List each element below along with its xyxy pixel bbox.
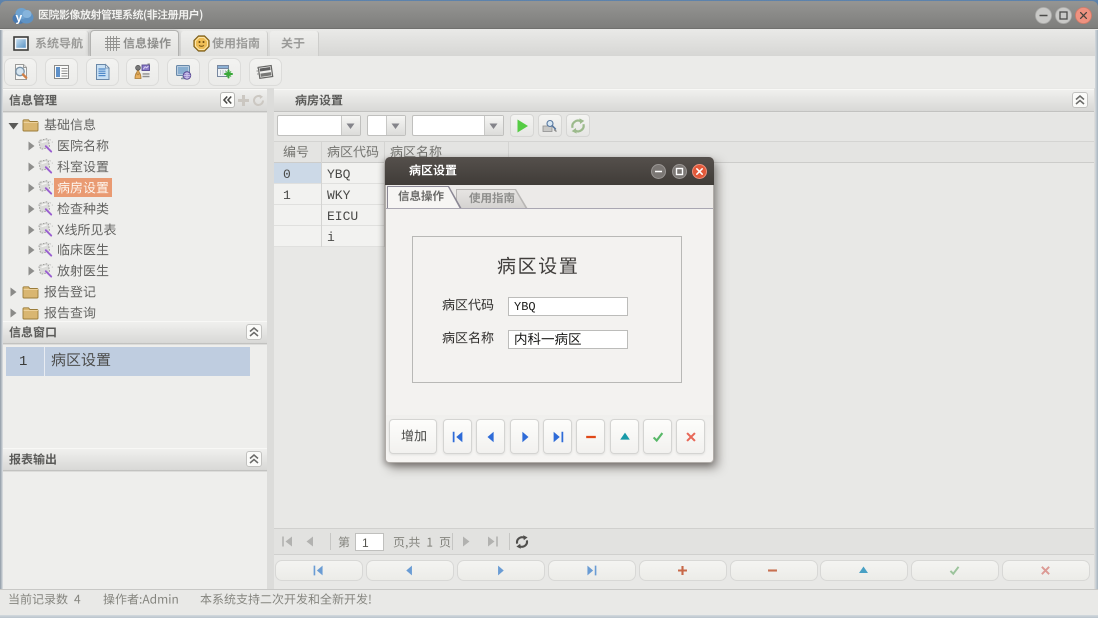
svg-text:y: y	[16, 11, 23, 25]
